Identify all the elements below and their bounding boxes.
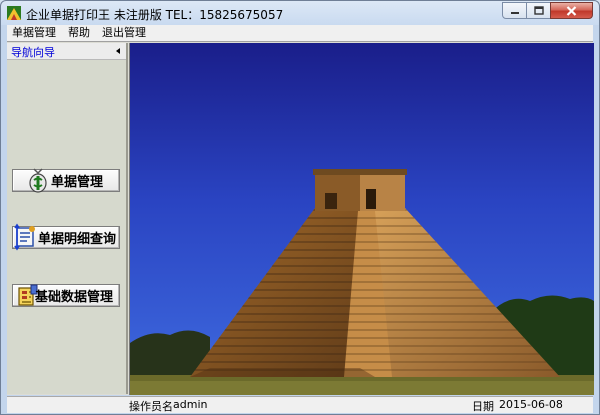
window-title: 企业单据打印王 未注册版 TEL：15825675057 [26, 8, 284, 22]
window-controls [502, 2, 593, 19]
money-bag-icon [29, 168, 47, 193]
nav-header: 导航向导 [7, 43, 126, 60]
menu-bar: 单据管理 帮助 退出管理 [7, 25, 593, 41]
operator-value: admin [173, 398, 208, 411]
menu-exit[interactable]: 退出管理 [96, 25, 152, 41]
minimize-icon [510, 11, 519, 14]
nav-button-base-data[interactable]: 基础数据管理 [12, 284, 120, 307]
maximize-button[interactable] [526, 2, 551, 19]
status-bar: 操作员名 admin 日期 2015-06-08 [7, 396, 593, 413]
nav-button-label: 基础数据管理 [35, 290, 114, 305]
nav-button-label: 单据管理 [51, 175, 104, 190]
maximize-icon [533, 6, 544, 15]
nav-header-title: 导航向导 [11, 46, 55, 59]
nav-button-label: 单据明细查询 [38, 232, 117, 247]
title-bar[interactable]: 企业单据打印王 未注册版 TEL：15825675057 [1, 1, 599, 25]
pyramid-image [130, 43, 594, 395]
close-button[interactable] [550, 2, 593, 19]
menu-documents[interactable]: 单据管理 [7, 25, 62, 41]
collapse-arrow-icon[interactable] [116, 48, 120, 54]
app-window: 企业单据打印王 未注册版 TEL：15825675057 单据管理 帮助 退出管… [0, 0, 600, 415]
app-icon [7, 6, 21, 20]
operator-label: 操作员名 [129, 400, 173, 413]
menu-help[interactable]: 帮助 [62, 25, 96, 41]
close-icon [566, 5, 577, 16]
client-area: 导航向导 单据管理 单据明细查询 基础数据管理 [7, 41, 594, 395]
document-list-icon [14, 223, 35, 251]
date-label: 日期 [472, 400, 494, 413]
date-value: 2015-06-08 [499, 398, 563, 411]
nav-button-documents[interactable]: 单据管理 [12, 168, 120, 193]
nav-button-detail-query[interactable]: 单据明细查询 [12, 223, 120, 251]
pyramid-photo [129, 43, 594, 395]
minimize-button[interactable] [502, 2, 527, 19]
navigation-panel: 导航向导 单据管理 单据明细查询 基础数据管理 [7, 43, 128, 394]
